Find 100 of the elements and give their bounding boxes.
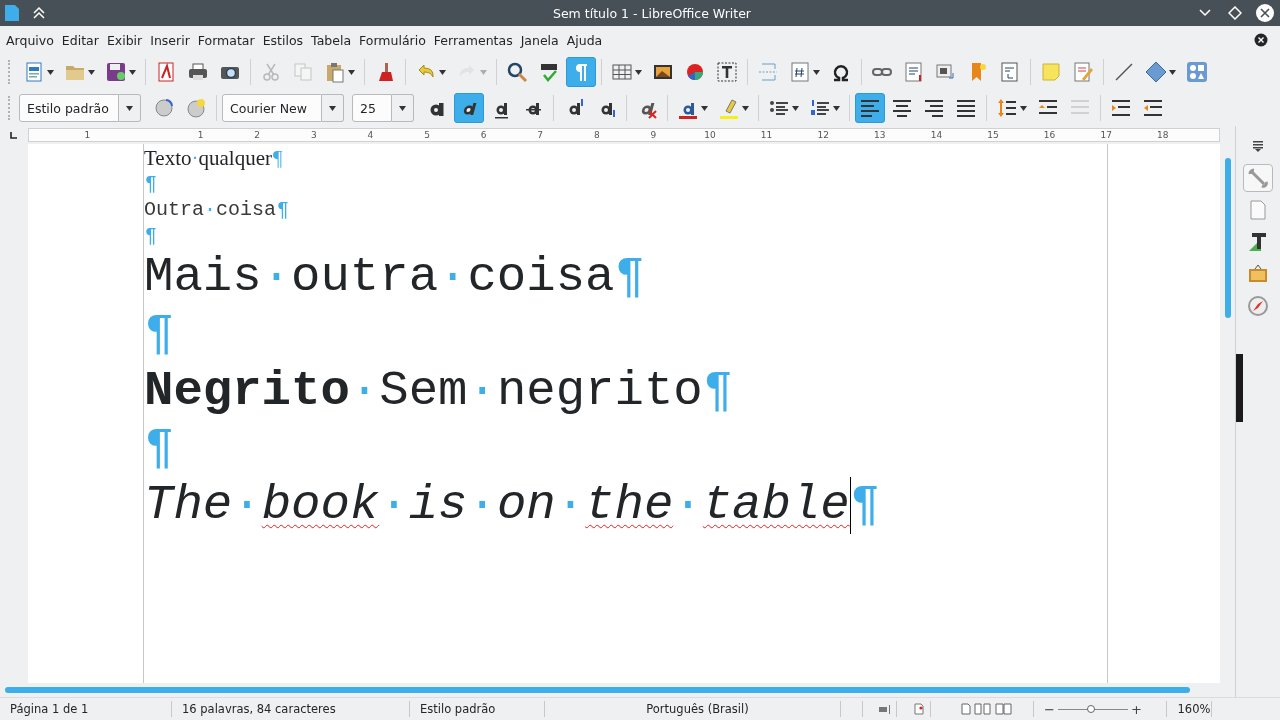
ruler-number: 10	[704, 129, 716, 141]
word: on	[496, 477, 556, 534]
space-mark: ·	[349, 363, 380, 420]
sticky-note-icon	[1040, 61, 1062, 83]
menu-item[interactable]: Janela	[516, 32, 563, 48]
menu-item[interactable]: Tabela	[307, 32, 356, 48]
footnote-icon	[903, 61, 925, 83]
text-box-icon	[716, 61, 738, 83]
paragraph-mark: ¶	[272, 146, 283, 171]
window-title: Sem título 1 - LibreOffice Writer	[552, 5, 752, 21]
multi-page-view-icon	[974, 703, 992, 715]
pie-chart-icon	[684, 61, 706, 83]
field-icon	[789, 61, 811, 83]
paragraph-mark: ¶	[144, 306, 175, 363]
dropdown-button[interactable]	[119, 94, 141, 122]
paragraph-mark: ¶	[702, 363, 734, 420]
menu-item[interactable]: Estilos	[258, 32, 308, 48]
close-button[interactable]	[1254, 2, 1276, 24]
printer-icon	[187, 61, 209, 83]
page-icon	[1247, 199, 1269, 221]
space-mark: ·	[467, 363, 497, 420]
zoom-slider-thumb[interactable]	[1086, 704, 1095, 713]
page-style: Estilo padrão	[410, 701, 545, 717]
caret-icon	[742, 105, 749, 111]
word: Outra	[144, 197, 204, 223]
tab-stop-icon	[10, 131, 18, 139]
align-left-icon	[859, 97, 881, 119]
wrench-refresh-icon	[153, 97, 175, 119]
word: negrito	[496, 363, 703, 420]
vertical-scrollbar[interactable]	[1225, 158, 1232, 318]
space-mark: ·	[467, 477, 497, 534]
menu-item[interactable]: Ferramentas	[429, 32, 517, 48]
menu-item[interactable]: Exibir	[102, 32, 147, 48]
spellcheck-icon	[538, 61, 560, 83]
paragraph-mark: ¶	[144, 171, 157, 197]
ruler-number: 11	[760, 129, 773, 141]
insert-mode-icon	[878, 704, 891, 714]
word: Negrito	[144, 363, 350, 420]
space-mark: ·	[555, 477, 586, 534]
space-mark: ·	[204, 197, 217, 223]
ruler-number: 9	[650, 129, 657, 141]
word: book	[261, 477, 380, 534]
gallery-icon	[1247, 263, 1269, 285]
ruler-number: 17	[1100, 129, 1112, 141]
scissors-icon	[260, 61, 282, 83]
ruler-number: 13	[874, 129, 886, 141]
menu-icon	[1251, 139, 1265, 153]
caret-icon	[1020, 105, 1027, 111]
align-right-icon	[923, 97, 945, 119]
menu-item[interactable]: Arquivo	[2, 32, 58, 48]
menu-item[interactable]: Inserir	[146, 32, 194, 48]
double-chevron-icon	[32, 6, 46, 20]
word: coisa	[216, 197, 277, 223]
zoom-out-button[interactable]: −	[1044, 701, 1055, 717]
word: qualquer	[198, 146, 272, 171]
space-mark: ·	[673, 477, 703, 534]
paragraph-mark: ¶	[276, 197, 290, 223]
sidebar-collapse-handle[interactable]	[1236, 354, 1244, 422]
caret-icon	[480, 69, 487, 75]
menu-item[interactable]: Ajuda	[562, 32, 607, 48]
dropdown-button[interactable]	[322, 94, 344, 122]
caret-icon	[833, 105, 840, 111]
paragraph-mark: ¶	[614, 249, 645, 306]
single-page-view-icon	[961, 703, 971, 715]
space-mark: ·	[232, 477, 262, 534]
caret-icon	[88, 69, 95, 75]
highlighter-icon	[718, 97, 740, 119]
book-view-icon	[995, 703, 1013, 715]
cross-reference-icon	[999, 61, 1021, 83]
ruler-number: 16	[1043, 129, 1056, 141]
caret-icon	[635, 69, 642, 75]
document-pencil-icon	[1072, 61, 1094, 83]
pdf-icon	[155, 61, 177, 83]
menu-item[interactable]: Formulário	[355, 32, 430, 48]
caret-icon	[47, 69, 54, 75]
caret-icon	[329, 105, 336, 111]
align-left-button[interactable]	[855, 93, 885, 123]
font-size-field[interactable]: 25	[352, 94, 392, 122]
paragraph-mark: ¶	[144, 420, 175, 477]
word: Texto	[144, 146, 192, 171]
writer-document-icon	[4, 4, 20, 22]
dropdown-button[interactable]	[392, 94, 414, 122]
menu-item[interactable]: Editar	[57, 32, 103, 48]
ruler-number: 5	[424, 129, 430, 141]
caret-icon	[792, 105, 799, 111]
ruler-number: 15	[987, 129, 999, 141]
font-name-field[interactable]: Courier New	[222, 94, 322, 122]
ruler-number: 3	[310, 129, 317, 141]
menu-item[interactable]: Formatar	[193, 32, 259, 48]
word: is	[408, 477, 468, 534]
paragraph-style-field[interactable]: Estilo padrão	[19, 94, 119, 122]
paragraph-mark: ¶	[144, 223, 157, 249]
caret-icon	[129, 69, 136, 75]
caret-icon	[348, 69, 355, 75]
zoom-in-button[interactable]: +	[1130, 701, 1142, 717]
space-mark: ·	[379, 477, 409, 534]
word: the	[585, 477, 674, 534]
italic-button[interactable]	[454, 93, 484, 123]
horizontal-scrollbar[interactable]	[5, 687, 1190, 693]
space-mark: ·	[261, 249, 292, 306]
